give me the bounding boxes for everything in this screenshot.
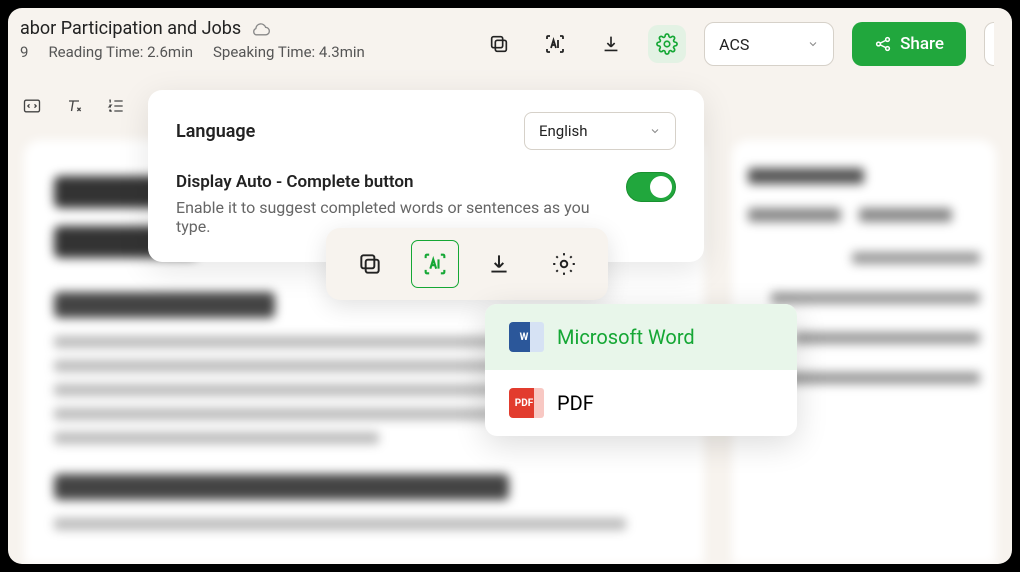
download-menu: W Microsoft Word PDF PDF bbox=[485, 304, 797, 436]
cloud-sync-icon bbox=[251, 19, 271, 39]
settings-button[interactable] bbox=[648, 25, 686, 63]
right-edge-fragment bbox=[984, 22, 994, 66]
code-block-button[interactable] bbox=[18, 92, 46, 120]
mini-toolbar bbox=[326, 228, 608, 300]
mini-ai-detect-button[interactable] bbox=[407, 236, 463, 292]
download-word-label: Microsoft Word bbox=[557, 325, 695, 349]
download-pdf-item[interactable]: PDF PDF bbox=[485, 370, 797, 436]
document-title: abor Participation and Jobs bbox=[20, 18, 241, 39]
autocomplete-title: Display Auto - Complete button bbox=[176, 172, 606, 192]
mini-copy-button[interactable] bbox=[342, 236, 398, 292]
chevron-down-icon bbox=[807, 38, 819, 50]
word-icon: W bbox=[509, 322, 539, 352]
autocomplete-toggle[interactable] bbox=[626, 172, 676, 202]
language-label: Language bbox=[176, 121, 255, 142]
share-label: Share bbox=[900, 34, 944, 54]
citation-style-value: ACS bbox=[719, 35, 749, 54]
language-value: English bbox=[539, 122, 588, 140]
ai-detect-button[interactable] bbox=[536, 25, 574, 63]
citation-style-select[interactable]: ACS bbox=[704, 22, 834, 66]
share-icon bbox=[874, 35, 892, 53]
topbar: abor Participation and Jobs 9 Reading Ti… bbox=[8, 8, 1012, 84]
download-pdf-label: PDF bbox=[557, 391, 594, 415]
copy-button[interactable] bbox=[480, 25, 518, 63]
pdf-icon: PDF bbox=[509, 388, 539, 418]
download-word-item[interactable]: W Microsoft Word bbox=[485, 304, 797, 370]
clear-format-button[interactable] bbox=[60, 92, 88, 120]
mini-settings-button[interactable] bbox=[536, 236, 592, 292]
ordered-list-button[interactable] bbox=[102, 92, 130, 120]
mini-download-button[interactable] bbox=[471, 236, 527, 292]
top-actions: ACS Share bbox=[480, 22, 994, 66]
word-count: 9 bbox=[20, 43, 28, 61]
language-select[interactable]: English bbox=[524, 112, 676, 150]
share-button[interactable]: Share bbox=[852, 22, 966, 66]
document-meta: abor Participation and Jobs 9 Reading Ti… bbox=[20, 18, 365, 61]
speaking-time: Speaking Time: 4.3min bbox=[213, 43, 365, 61]
chevron-down-icon bbox=[649, 125, 661, 137]
reading-time: Reading Time: 2.6min bbox=[48, 43, 193, 61]
download-button[interactable] bbox=[592, 25, 630, 63]
